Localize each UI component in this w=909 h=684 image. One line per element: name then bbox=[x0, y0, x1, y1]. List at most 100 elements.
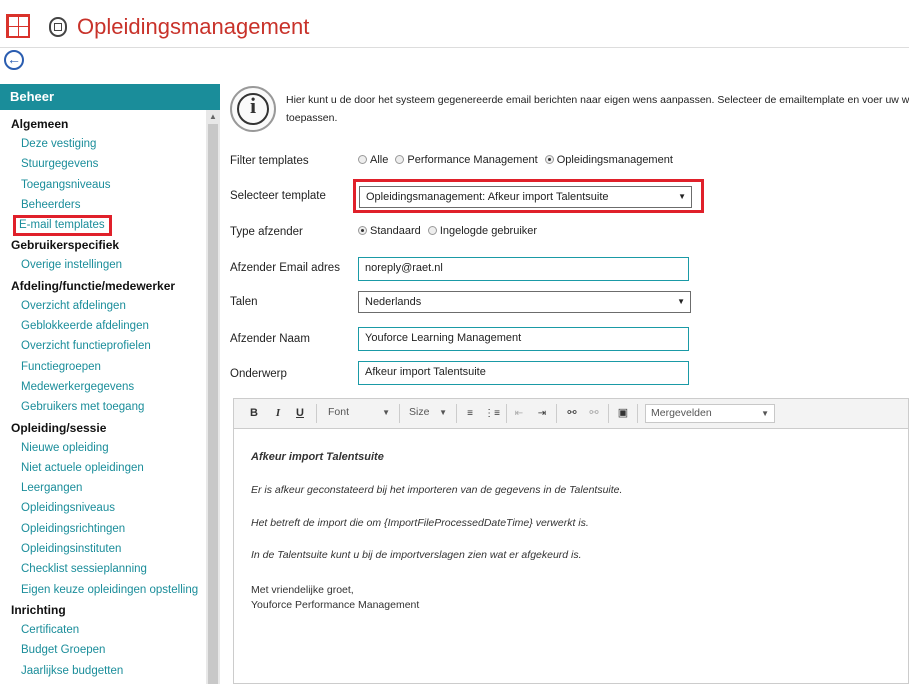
info-text-line-1: Hier kunt u de door het systeem gegenere… bbox=[286, 94, 909, 106]
sidebar-item-eigen-keuze-opleidingen[interactable]: Eigen keuze opleidingen opstelling bbox=[0, 580, 206, 600]
dropdown-arrow-icon: ▼ bbox=[677, 297, 685, 306]
toolbar-separator bbox=[637, 404, 638, 423]
sidebar-header: Beheer bbox=[0, 84, 220, 110]
filter-opleidingsmanagement-radio[interactable] bbox=[544, 155, 554, 164]
italic-button[interactable]: I bbox=[272, 404, 284, 423]
toolbar-separator bbox=[399, 404, 400, 423]
select-template-label: Selecteer template bbox=[230, 190, 326, 202]
filter-alle-label[interactable]: Alle bbox=[370, 154, 388, 166]
font-dropdown[interactable]: Font ▼ bbox=[323, 404, 395, 423]
sidebar-item-checklist-sessieplanning[interactable]: Checklist sessieplanning bbox=[0, 559, 206, 579]
sidebar-scrollbar-thumb[interactable] bbox=[208, 124, 218, 684]
filter-performance-radio[interactable] bbox=[395, 155, 405, 164]
sidebar-item-opleidingsinstituten[interactable]: Opleidingsinstituten bbox=[0, 539, 206, 559]
dropdown-arrow-icon: ▼ bbox=[439, 408, 447, 417]
sender-name-label: Afzender Naam bbox=[230, 333, 310, 345]
mergefields-dropdown[interactable]: Mergevelden ▼ bbox=[645, 404, 775, 423]
filter-performance-label[interactable]: Performance Management bbox=[407, 154, 537, 166]
sidebar-group-afdeling: Afdeling/functie/medewerker bbox=[11, 278, 176, 293]
app-title: Opleidingsmanagement bbox=[77, 14, 310, 39]
sender-email-field[interactable]: noreply@raet.nl bbox=[358, 257, 689, 281]
sender-standaard-radio[interactable] bbox=[358, 226, 367, 235]
sidebar-group-inrichting: Inrichting bbox=[11, 602, 66, 617]
email-heading: Afkeur import Talentsuite bbox=[251, 451, 384, 463]
sender-ingelogde-radio[interactable] bbox=[427, 226, 437, 235]
sidebar-item-leergangen[interactable]: Leergangen bbox=[0, 478, 206, 498]
template-select[interactable]: Opleidingsmanagement: Afkeur import Tale… bbox=[359, 186, 692, 208]
size-dropdown-label: Size bbox=[409, 406, 430, 418]
email-closing-1: Met vriendelijke groet, bbox=[251, 584, 354, 596]
sender-ingelogde-label[interactable]: Ingelogde gebruiker bbox=[440, 225, 537, 237]
bold-button[interactable]: B bbox=[248, 404, 260, 423]
indent-icon[interactable]: ⇥ bbox=[534, 404, 550, 423]
language-label: Talen bbox=[230, 296, 258, 308]
filter-templates-label: Filter templates bbox=[230, 155, 309, 167]
filter-alle-radio[interactable] bbox=[358, 155, 367, 164]
sidebar-item-overzicht-afdelingen[interactable]: Overzicht afdelingen bbox=[0, 296, 206, 316]
app-module-icon bbox=[49, 17, 67, 37]
scroll-up-arrow-icon[interactable]: ▲ bbox=[209, 112, 217, 121]
mergefields-dropdown-label: Mergevelden bbox=[651, 407, 712, 419]
sidebar-item-gebruikers-met-toegang[interactable]: Gebruikers met toegang bbox=[0, 397, 206, 417]
sidebar-item-nieuwe-opleiding[interactable]: Nieuwe opleiding bbox=[0, 438, 206, 458]
sidebar-item-deze-vestiging[interactable]: Deze vestiging bbox=[0, 134, 206, 154]
app-grid-icon[interactable] bbox=[6, 14, 30, 38]
sidebar-group-algemeen: Algemeen bbox=[11, 117, 69, 131]
sender-standaard-label[interactable]: Standaard bbox=[370, 225, 421, 237]
sidebar-item-budget-groepen[interactable]: Budget Groepen bbox=[0, 640, 206, 660]
email-body-editor[interactable]: B I U Font ▼ Size ▼ ≡ ⋮≡ ⇤ ⇥ ⚯ ⚯ ▣ Merge… bbox=[233, 398, 909, 684]
sidebar-item-certificaten[interactable]: Certificaten bbox=[0, 620, 206, 640]
dropdown-arrow-icon: ▼ bbox=[678, 192, 686, 201]
sender-name-field[interactable]: Youforce Learning Management bbox=[358, 327, 689, 351]
sidebar-item-medewerkergegevens[interactable]: Medewerkergegevens bbox=[0, 377, 206, 397]
language-select-value: Nederlands bbox=[365, 296, 422, 308]
toolbar-separator bbox=[456, 404, 457, 423]
underline-button[interactable]: U bbox=[294, 404, 306, 423]
title-bar: Opleidingsmanagement bbox=[0, 0, 909, 48]
sender-type-label: Type afzender bbox=[230, 226, 303, 238]
template-select-value: Opleidingsmanagement: Afkeur import Tale… bbox=[366, 191, 609, 203]
email-paragraph-2: Het betreft de import die om {ImportFile… bbox=[251, 517, 589, 529]
sidebar: Beheer Algemeen Deze vestiging Stuurgege… bbox=[0, 84, 220, 684]
subject-label: Onderwerp bbox=[230, 368, 287, 380]
sidebar-menu: Algemeen Deze vestiging Stuurgegevens To… bbox=[0, 114, 206, 681]
info-text-line-2: toepassen. bbox=[286, 112, 338, 124]
dropdown-arrow-icon: ▼ bbox=[382, 408, 390, 417]
sidebar-item-overige-instellingen[interactable]: Overige instellingen bbox=[0, 255, 206, 275]
sidebar-group-opleiding-sessie: Opleiding/sessie bbox=[11, 420, 107, 435]
sender-email-label: Afzender Email adres bbox=[230, 262, 340, 274]
language-select[interactable]: Nederlands ▼ bbox=[358, 291, 691, 313]
subject-field[interactable]: Afkeur import Talentsuite bbox=[358, 361, 689, 385]
sidebar-item-jaarlijkse-budgetten[interactable]: Jaarlijkse budgetten bbox=[0, 661, 206, 681]
filter-opleidingsmanagement-label[interactable]: Opleidingsmanagement bbox=[557, 154, 673, 166]
info-icon: i bbox=[230, 86, 276, 132]
toolbar-separator bbox=[506, 404, 507, 423]
toolbar-separator bbox=[316, 404, 317, 423]
sidebar-item-opleidingsniveaus[interactable]: Opleidingsniveaus bbox=[0, 498, 206, 518]
sidebar-item-opleidingsrichtingen[interactable]: Opleidingsrichtingen bbox=[0, 519, 206, 539]
sidebar-item-niet-actuele-opleidingen[interactable]: Niet actuele opleidingen bbox=[0, 458, 206, 478]
sidebar-item-toegangsniveaus[interactable]: Toegangsniveaus bbox=[0, 175, 206, 195]
bullet-list-icon[interactable]: ⋮≡ bbox=[484, 404, 500, 423]
link-icon[interactable]: ⚯ bbox=[564, 404, 580, 423]
sidebar-item-functiegroepen[interactable]: Functiegroepen bbox=[0, 357, 206, 377]
size-dropdown[interactable]: Size ▼ bbox=[404, 404, 452, 423]
sidebar-item-overzicht-functieprofielen[interactable]: Overzicht functieprofielen bbox=[0, 336, 206, 356]
sidebar-item-email-templates[interactable]: E-mail templates bbox=[13, 215, 112, 237]
sidebar-group-gebruikerspecifiek: Gebruikerspecifiek bbox=[11, 238, 120, 253]
outdent-icon[interactable]: ⇤ bbox=[511, 404, 527, 423]
email-closing-2: Youforce Performance Management bbox=[251, 599, 420, 611]
unlink-icon[interactable]: ⚯ bbox=[586, 404, 602, 423]
email-paragraph-1: Er is afkeur geconstateerd bij het impor… bbox=[251, 484, 623, 496]
sidebar-item-beheerders[interactable]: Beheerders bbox=[0, 195, 206, 215]
font-dropdown-label: Font bbox=[328, 406, 350, 418]
sidebar-item-stuurgegevens[interactable]: Stuurgegevens bbox=[0, 154, 206, 174]
back-arrow-icon[interactable]: ← bbox=[4, 50, 24, 70]
filter-templates-radio-group: Alle Performance Management Opleidingsma… bbox=[358, 154, 677, 166]
info-text: Hier kunt u de door het systeem gegenere… bbox=[286, 91, 909, 127]
sidebar-item-geblokkeerde-afdelingen[interactable]: Geblokkeerde afdelingen bbox=[0, 316, 206, 336]
numbered-list-icon[interactable]: ≡ bbox=[462, 404, 478, 423]
image-icon[interactable]: ▣ bbox=[615, 404, 631, 423]
dropdown-arrow-icon: ▼ bbox=[761, 409, 769, 418]
toolbar-separator bbox=[608, 404, 609, 423]
